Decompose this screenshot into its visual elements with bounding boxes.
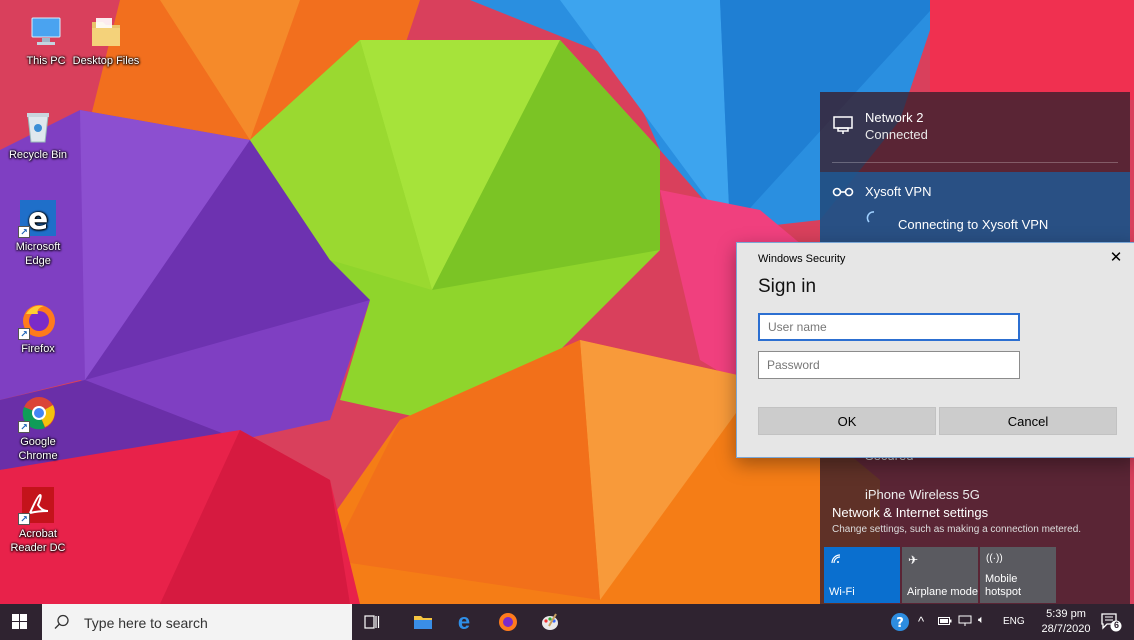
- quick-action-wifi[interactable]: Wi-Fi: [824, 547, 900, 603]
- desktop-icon-desktop-files[interactable]: Desktop Files: [68, 12, 144, 68]
- notification-count-badge: 6: [1113, 620, 1119, 630]
- svg-text:?: ?: [896, 616, 904, 631]
- quick-action-airplane-mode[interactable]: ✈ Airplane mode: [902, 547, 978, 603]
- battery-icon[interactable]: [938, 616, 952, 629]
- desktop-icon-google-chrome[interactable]: ↗ Google Chrome: [0, 393, 76, 463]
- clock[interactable]: 5:39 pm 28/7/2020: [1038, 607, 1094, 637]
- recycle-bin-icon: [18, 106, 58, 146]
- network-settings-link[interactable]: Network & Internet settings: [832, 505, 988, 520]
- paint-taskbar-icon[interactable]: [538, 610, 562, 634]
- quick-action-label: Wi-Fi: [829, 586, 855, 598]
- search-placeholder: Type here to search: [84, 615, 208, 631]
- chrome-icon: ↗: [18, 393, 58, 433]
- clock-date: 28/7/2020: [1041, 623, 1091, 635]
- acrobat-icon: ↗: [18, 485, 58, 525]
- search-icon: [54, 614, 70, 630]
- desktop-icon-label: Desktop Files: [72, 55, 140, 67]
- shortcut-arrow-icon: ↗: [18, 226, 30, 238]
- network-item-xysoft-vpn[interactable]: Xysoft VPN Connecting to Xysoft VPN: [820, 172, 1130, 246]
- volume-icon[interactable]: 🔈︎: [978, 614, 985, 627]
- firefox-icon: ↗: [18, 300, 58, 340]
- file-explorer-icon[interactable]: [411, 610, 435, 634]
- hidden-network-name[interactable]: iPhone Wireless 5G: [865, 487, 980, 502]
- desktop-icon-firefox[interactable]: ↗ Firefox: [0, 300, 76, 356]
- network-settings-description: Change settings, such as making a connec…: [832, 524, 1082, 535]
- wifi-icon: [830, 553, 842, 568]
- notification-center-icon[interactable]: 6: [1100, 612, 1122, 632]
- airplane-icon: ✈: [908, 553, 919, 567]
- dialog-window-title: Windows Security: [758, 253, 846, 265]
- shortcut-arrow-icon: ↗: [18, 328, 30, 340]
- ok-button[interactable]: OK: [758, 407, 936, 435]
- firefox-taskbar-icon[interactable]: [496, 610, 520, 634]
- desktop-icon-label: Acrobat Reader DC: [10, 528, 66, 554]
- quick-action-label: Mobile hotspot: [985, 573, 1022, 598]
- desktop-icon-microsoft-edge[interactable]: e ↗ Microsoft Edge: [0, 198, 76, 268]
- desktop-icon-recycle-bin[interactable]: Recycle Bin: [0, 106, 76, 162]
- chevron-up-icon[interactable]: ^: [918, 614, 924, 629]
- flyout-divider: [832, 162, 1118, 163]
- network-item-network-2[interactable]: Network 2 Connected: [820, 92, 1130, 162]
- folder-icon: [86, 12, 126, 52]
- shortcut-arrow-icon: ↗: [18, 513, 30, 525]
- taskbar: Type here to search e ? ^ 🔈︎ ENG 5:39 pm…: [0, 604, 1134, 640]
- desktop-icon-label: Recycle Bin: [8, 149, 68, 161]
- desktop-icon-label: Firefox: [21, 343, 55, 355]
- quick-action-label: Airplane mode: [907, 586, 978, 598]
- language-indicator[interactable]: ENG: [1003, 616, 1025, 627]
- vpn-icon: [832, 184, 854, 203]
- cancel-button[interactable]: Cancel: [939, 407, 1117, 435]
- loading-spinner-icon: [865, 210, 877, 229]
- vpn-status: Connecting to Xysoft VPN: [898, 217, 1049, 232]
- help-icon[interactable]: ?: [890, 612, 910, 635]
- taskbar-search-box[interactable]: Type here to search: [42, 604, 352, 640]
- ethernet-icon: [832, 114, 854, 141]
- desktop-icon-acrobat-reader[interactable]: ↗ Acrobat Reader DC: [0, 485, 76, 555]
- task-view-icon[interactable]: [360, 610, 384, 634]
- windows-security-dialog: Windows Security ✕ Sign in OK Cancel: [736, 242, 1134, 458]
- shortcut-arrow-icon: ↗: [18, 421, 30, 433]
- close-icon[interactable]: ✕: [1107, 249, 1125, 267]
- clock-time: 5:39 pm: [1046, 608, 1086, 620]
- username-input[interactable]: [758, 313, 1020, 341]
- quick-action-mobile-hotspot[interactable]: ((·)) Mobile hotspot: [980, 547, 1056, 603]
- svg-text:e: e: [28, 202, 48, 237]
- network-status: Connected: [865, 127, 928, 142]
- dialog-heading: Sign in: [758, 276, 817, 297]
- edge-taskbar-icon[interactable]: e: [452, 610, 476, 634]
- hotspot-icon: ((·)): [986, 553, 1003, 564]
- windows-start-icon[interactable]: [12, 614, 28, 630]
- network-name: Network 2: [865, 110, 924, 125]
- vpn-name: Xysoft VPN: [865, 184, 932, 199]
- desktop-icon-label: Google Chrome: [18, 436, 58, 462]
- edge-icon: e ↗: [18, 198, 58, 238]
- computer-icon: [26, 12, 66, 52]
- network-tray-icon[interactable]: [958, 615, 972, 630]
- password-input[interactable]: [758, 351, 1020, 379]
- desktop-icon-label: Microsoft Edge: [15, 241, 61, 267]
